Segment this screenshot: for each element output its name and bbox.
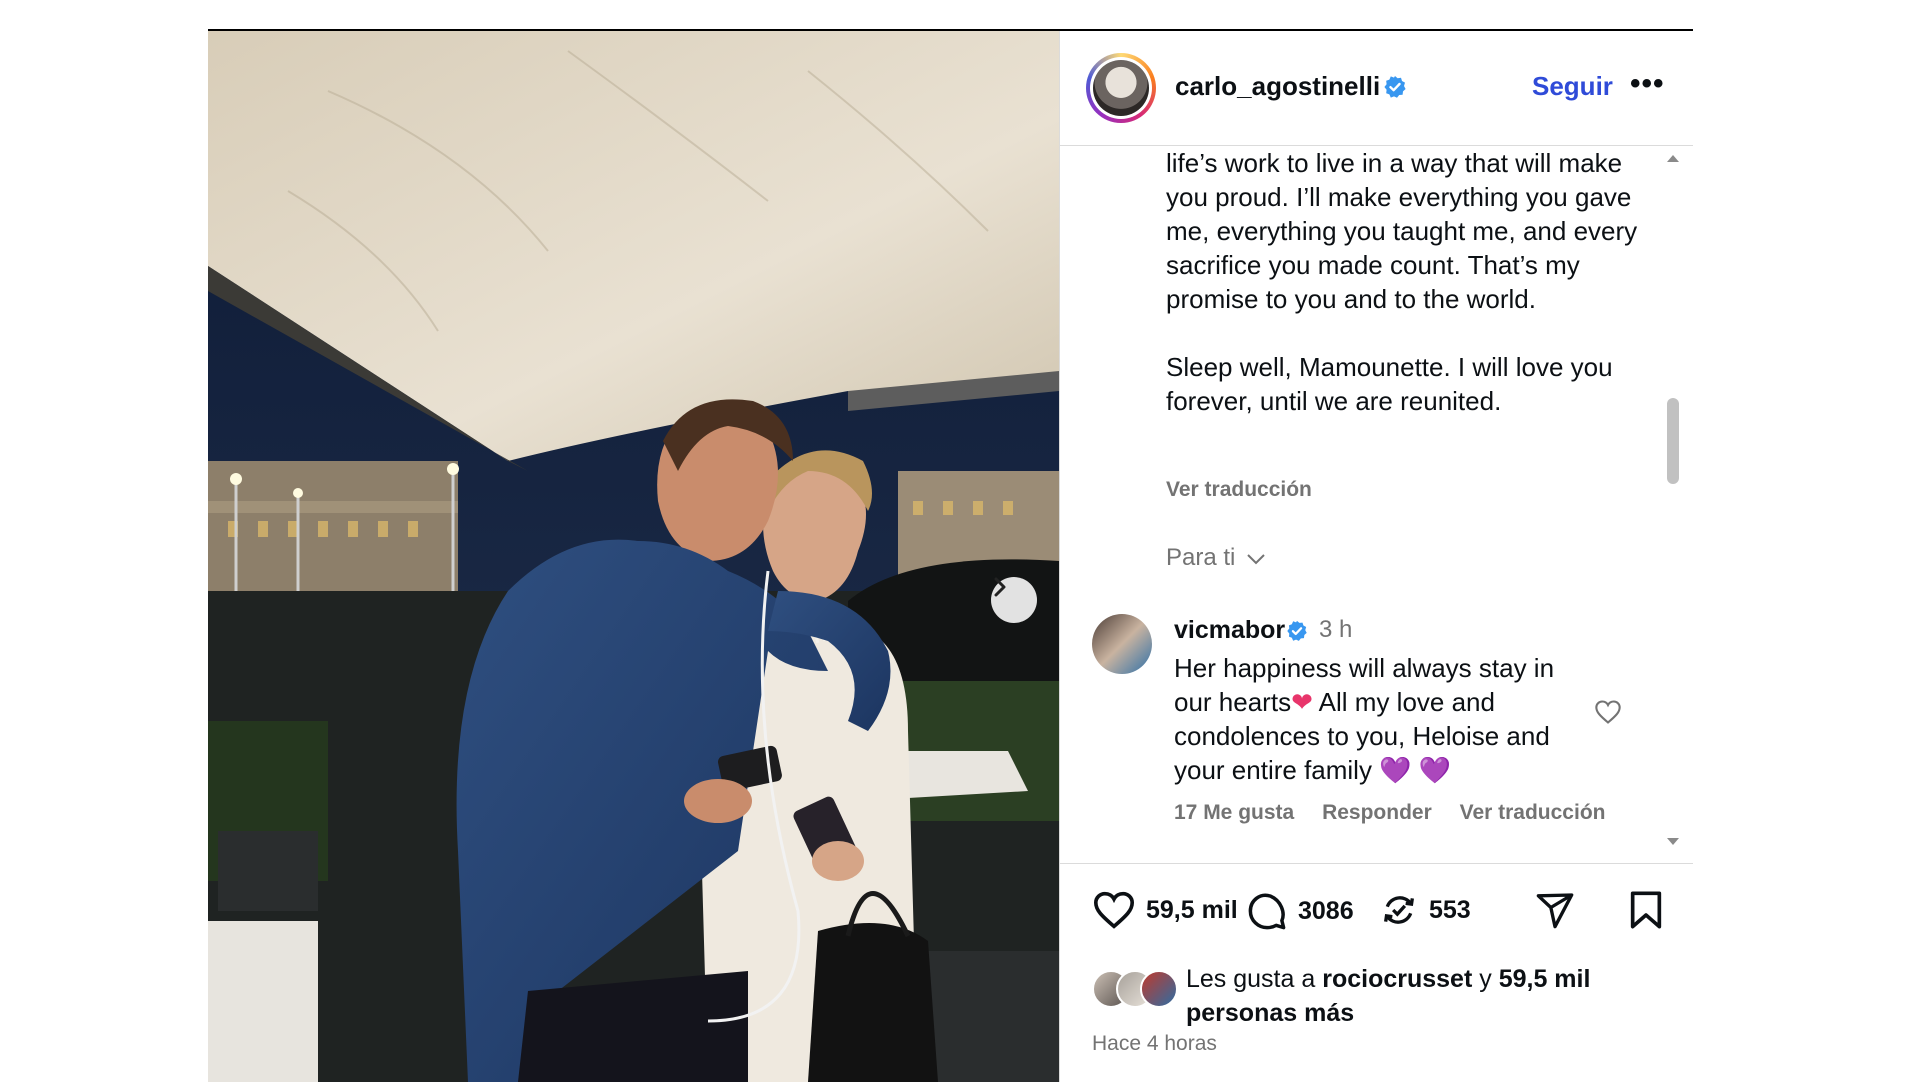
save-button[interactable] <box>1628 890 1664 930</box>
heart-icon <box>1093 891 1135 929</box>
caption-paragraph-1: life’s work to live in a way that will m… <box>1166 148 1638 314</box>
comment-timestamp: 3 h <box>1319 616 1353 643</box>
liked-by-text[interactable]: Les gusta a rociocrusset y 59,5 mil perso… <box>1186 962 1636 1030</box>
commenter-avatar[interactable] <box>1092 614 1152 674</box>
caption-paragraph-2: Sleep well, Mamounette. I will love you … <box>1166 352 1613 416</box>
comment-translate-link[interactable]: Ver traducción <box>1460 801 1606 824</box>
comments-scroll-area[interactable]: life’s work to live in a way that will m… <box>1060 146 1693 862</box>
photo-illustration <box>208 31 1059 1082</box>
like-button[interactable]: 59,5 mil <box>1092 890 1238 930</box>
scroll-up-arrow-icon[interactable] <box>1665 152 1681 164</box>
repost-icon <box>1384 896 1414 924</box>
comment-likes-count[interactable]: 17 Me gusta <box>1174 801 1294 824</box>
verified-badge-icon <box>1287 620 1307 641</box>
share-button[interactable] <box>1534 890 1576 930</box>
post-photo[interactable] <box>208 31 1059 1082</box>
liked-by-suffix[interactable]: personas más <box>1186 999 1354 1027</box>
chevron-right-icon <box>994 577 1006 597</box>
comment-reply-button[interactable]: Responder <box>1322 801 1432 824</box>
liker-avatar <box>1140 970 1178 1008</box>
scroll-down-arrow-icon[interactable] <box>1665 836 1681 848</box>
comment-button[interactable]: 3086 <box>1246 890 1354 932</box>
commenter-username[interactable]: vicmabor <box>1174 616 1285 645</box>
post-actions-section: 59,5 mil 3086 553 Les gusta a rociocruss… <box>1060 863 1693 1082</box>
paper-plane-icon <box>1536 893 1574 929</box>
caption-see-translation-link[interactable]: Ver traducción <box>1166 478 1312 502</box>
post-side-panel: carlo_agostinelli Seguir ••• life’s work… <box>1059 31 1693 1082</box>
post-caption: life’s work to live in a way that will m… <box>1166 146 1656 418</box>
speech-bubble-icon <box>1248 893 1286 930</box>
purple-hearts-emoji: 💜 💜 <box>1379 755 1452 785</box>
repost-count: 553 <box>1429 895 1471 924</box>
author-avatar[interactable] <box>1086 53 1156 123</box>
post-timestamp: Hace 4 horas <box>1092 1032 1217 1055</box>
verified-badge-icon <box>1384 76 1406 98</box>
next-photo-button[interactable] <box>991 577 1037 623</box>
comment-meta: 17 Me gusta Responder Ver traducción <box>1174 801 1627 825</box>
liked-by-count[interactable]: 59,5 mil <box>1499 965 1591 993</box>
follow-button[interactable]: Seguir <box>1532 71 1613 102</box>
scrollbar-thumb[interactable] <box>1667 398 1679 484</box>
pink-heart-emoji: ❤ <box>1291 687 1313 717</box>
like-count: 59,5 mil <box>1146 895 1238 924</box>
liked-by-connector: y <box>1472 965 1499 993</box>
comment-like-heart-icon[interactable] <box>1594 699 1622 725</box>
more-options-icon[interactable]: ••• <box>1630 67 1665 101</box>
comment-sort-dropdown[interactable]: Para ti <box>1166 544 1266 572</box>
chevron-down-icon <box>1247 553 1265 565</box>
author-username[interactable]: carlo_agostinelli <box>1175 71 1380 102</box>
comment-count: 3086 <box>1298 896 1354 925</box>
repost-button[interactable]: 553 <box>1379 890 1471 930</box>
comment-sort-label: Para ti <box>1166 544 1236 571</box>
post-header: carlo_agostinelli Seguir ••• <box>1060 31 1693 146</box>
liked-by-prefix: Les gusta a <box>1186 965 1323 993</box>
comment-text: Her happiness will always stay in our he… <box>1174 651 1564 787</box>
liked-by-username[interactable]: rociocrusset <box>1322 965 1472 993</box>
bookmark-icon <box>1630 891 1662 929</box>
post-container: carlo_agostinelli Seguir ••• life’s work… <box>208 29 1693 1082</box>
